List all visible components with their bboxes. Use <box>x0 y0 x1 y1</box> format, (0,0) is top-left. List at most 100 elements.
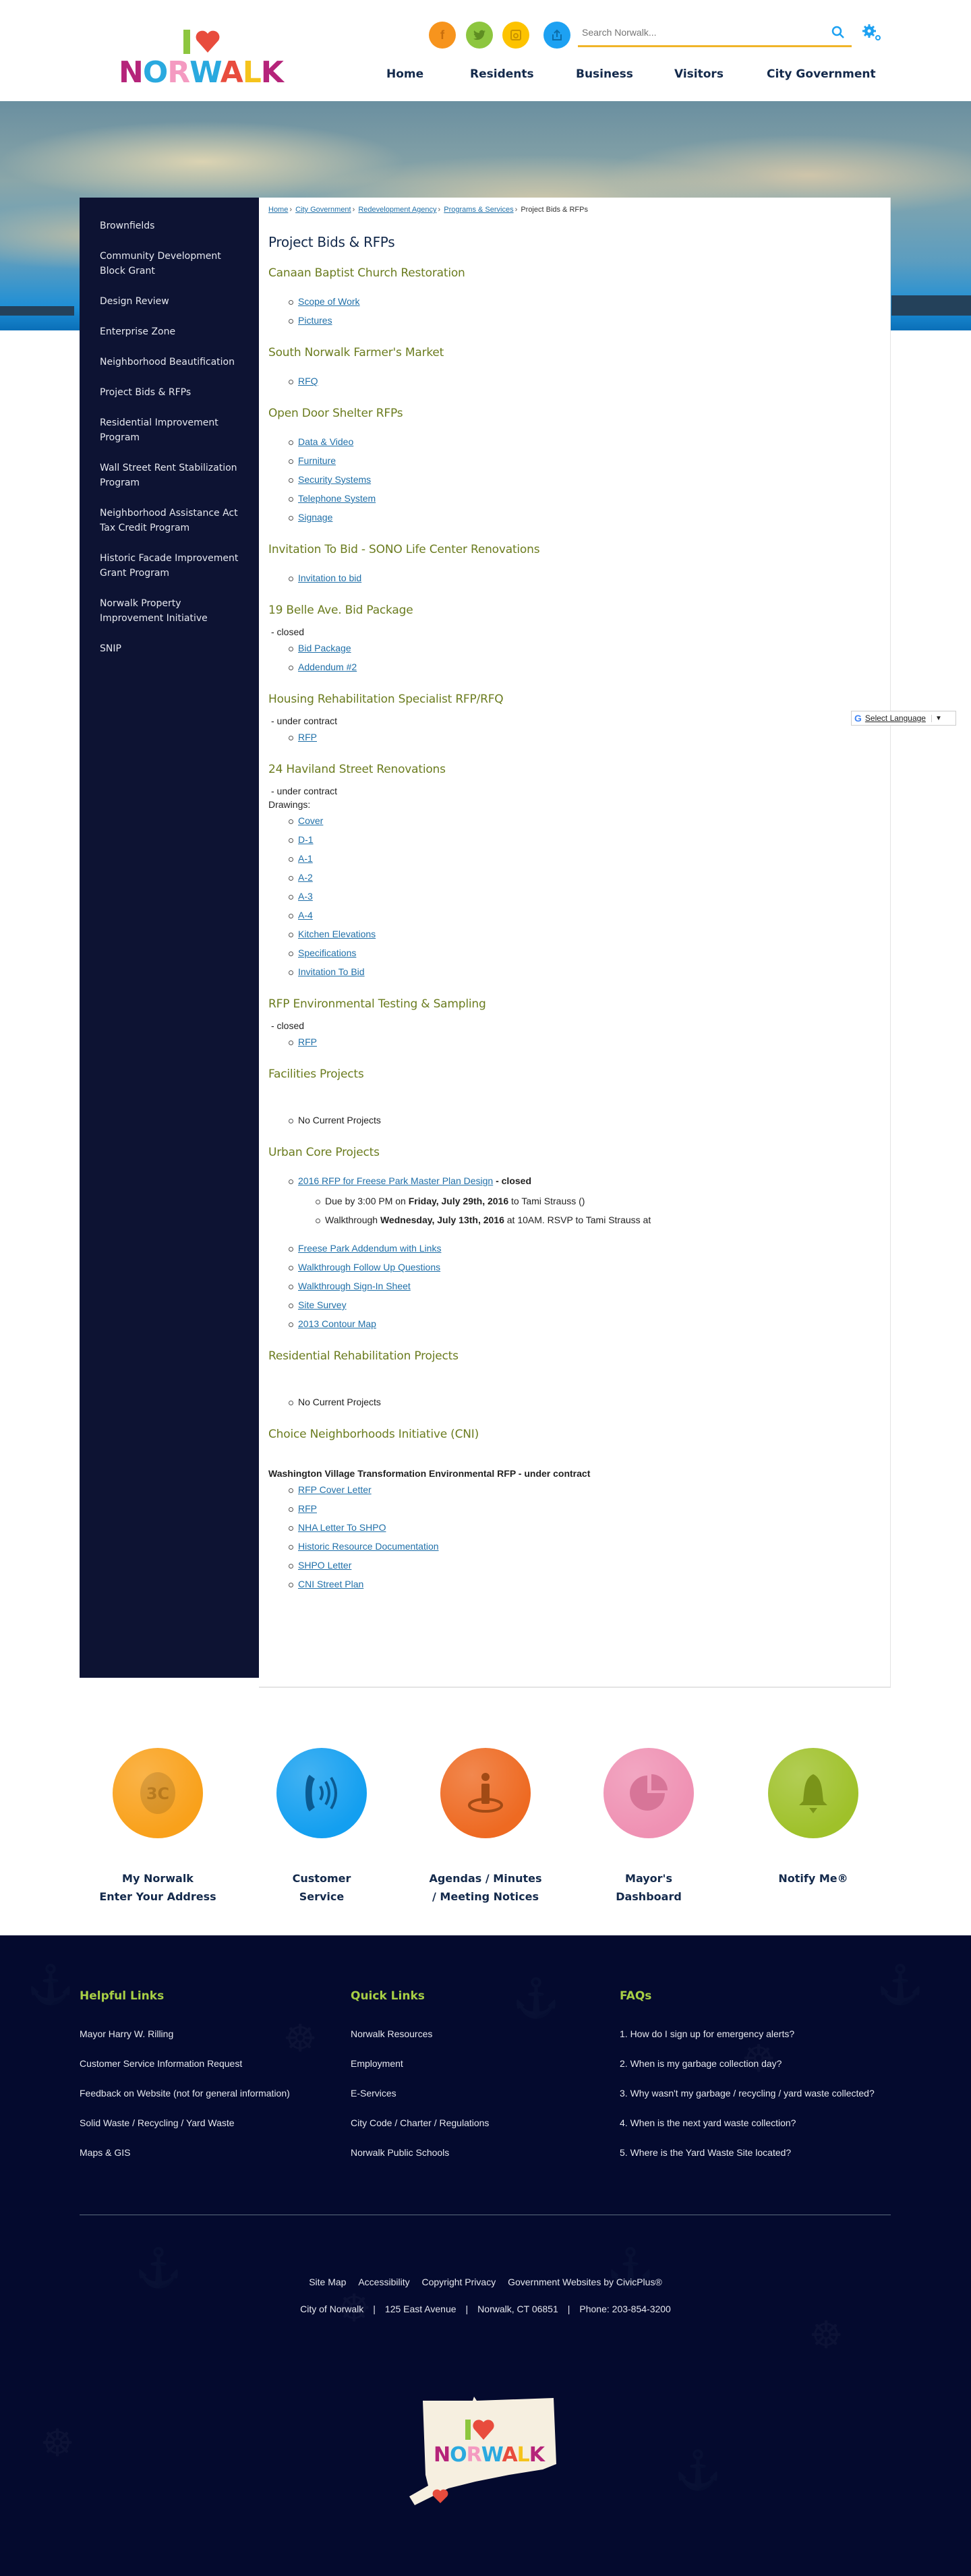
faq-link[interactable]: 1. How do I sign up for emergency alerts… <box>620 2019 875 2049</box>
faq-link[interactable]: 3. Why wasn't my garbage / recycling / y… <box>620 2078 875 2108</box>
sidebar-item-brownfields[interactable]: Brownfields <box>80 214 259 244</box>
doc-link[interactable]: Addendum #2 <box>298 662 357 672</box>
doc-link[interactable]: Scope of Work <box>298 296 360 307</box>
civicplus-link[interactable]: Government Websites by CivicPlus® <box>508 2277 662 2287</box>
sidebar-item-cdbg[interactable]: Community Development Block Grant <box>80 244 259 289</box>
link-list: Bid Package Addendum #2 <box>289 639 881 676</box>
doc-link[interactable]: Cover <box>298 815 323 826</box>
sidebar-item-wall-street-rent[interactable]: Wall Street Rent Stabilization Program <box>80 456 259 501</box>
doc-link[interactable]: Bid Package <box>298 643 351 653</box>
breadcrumb-redevelopment-agency[interactable]: Redevelopment Agency <box>358 206 436 214</box>
search-input[interactable] <box>578 20 821 45</box>
doc-link[interactable]: A-1 <box>298 853 313 864</box>
doc-link[interactable]: A-4 <box>298 910 313 920</box>
doc-link[interactable]: Telephone System <box>298 493 376 504</box>
doc-link[interactable]: Walkthrough Follow Up Questions <box>298 1262 440 1272</box>
faq-link[interactable]: 5. Where is the Yard Waste Site located? <box>620 2138 875 2167</box>
list-item: Walkthrough Sign-In Sheet <box>289 1277 881 1295</box>
sidebar-item-snip[interactable]: SNIP <box>80 637 259 667</box>
quick-link-my-norwalk[interactable]: 3C My Norwalk Enter Your Address <box>90 1748 225 1906</box>
faq-link[interactable]: 2. When is my garbage collection day? <box>620 2049 875 2078</box>
sidebar-item-neighborhood-beautification[interactable]: Neighborhood Beautification <box>80 350 259 380</box>
sidebar-item-residential-improvement[interactable]: Residential Improvement Program <box>80 411 259 456</box>
link-list: RFP <box>289 1032 881 1051</box>
site-map-link[interactable]: Site Map <box>309 2277 346 2287</box>
nav-home[interactable]: Home <box>386 67 423 81</box>
sidebar-item-historic-facade[interactable]: Historic Facade Improvement Grant Progra… <box>80 546 259 591</box>
facebook-icon[interactable]: f <box>429 22 456 49</box>
footer-link[interactable]: Maps & GIS <box>80 2138 290 2167</box>
share-icon[interactable] <box>543 22 570 49</box>
footer-link[interactable]: Feedback on Website (not for general inf… <box>80 2078 290 2108</box>
doc-link[interactable]: Walkthrough Sign-In Sheet <box>298 1281 411 1291</box>
doc-link[interactable]: RFP Cover Letter <box>298 1484 372 1495</box>
doc-link[interactable]: Historic Resource Documentation <box>298 1541 439 1552</box>
doc-link[interactable]: Invitation To Bid <box>298 966 365 977</box>
accessibility-link[interactable]: Accessibility <box>358 2277 409 2287</box>
list-item: A-2 <box>289 868 881 887</box>
quick-link-customer-service[interactable]: Customer Service <box>254 1748 389 1906</box>
breadcrumb-programs-services[interactable]: Programs & Services <box>444 206 513 214</box>
quick-link-notify-me[interactable]: Notify Me® <box>746 1748 881 1887</box>
doc-link[interactable]: A-2 <box>298 872 313 883</box>
footer-link[interactable]: E-Services <box>351 2078 489 2108</box>
footer-link[interactable]: Employment <box>351 2049 489 2078</box>
doc-link[interactable]: SHPO Letter <box>298 1560 351 1571</box>
doc-link[interactable]: Specifications <box>298 947 356 958</box>
twitter-icon[interactable] <box>466 22 493 49</box>
quick-link-line: Mayor's <box>625 1872 672 1885</box>
footer-link[interactable]: Norwalk Public Schools <box>351 2138 489 2167</box>
doc-link[interactable]: CNI Street Plan <box>298 1579 363 1589</box>
doc-link[interactable]: NHA Letter To SHPO <box>298 1522 386 1533</box>
doc-link[interactable]: Freese Park Addendum with Links <box>298 1243 441 1254</box>
due-date: Friday, July 29th, 2016 <box>408 1196 509 1206</box>
nav-business[interactable]: Business <box>576 67 633 81</box>
faq-link[interactable]: 4. When is the next yard waste collectio… <box>620 2108 875 2138</box>
copyright-privacy-link[interactable]: Copyright Privacy <box>421 2277 496 2287</box>
doc-link[interactable]: RFP <box>298 1503 317 1514</box>
nav-residents[interactable]: Residents <box>470 67 534 81</box>
breadcrumb-city-government[interactable]: City Government <box>295 206 351 214</box>
select-language-dropdown[interactable]: G Select Language ▼ <box>851 711 956 726</box>
doc-link[interactable]: RFP <box>298 1036 317 1047</box>
footer-link[interactable]: Solid Waste / Recycling / Yard Waste <box>80 2108 290 2138</box>
footer-link[interactable]: City Code / Charter / Regulations <box>351 2108 489 2138</box>
section-heading: 24 Haviland Street Renovations <box>268 763 446 776</box>
doc-link[interactable]: RFP <box>298 732 317 742</box>
footer-link[interactable]: Mayor Harry W. Rilling <box>80 2019 290 2049</box>
quick-link-mayors-dashboard[interactable]: Mayor's Dashboard <box>581 1748 716 1906</box>
doc-link[interactable]: A-3 <box>298 891 313 902</box>
section-heading: Urban Core Projects <box>268 1146 380 1159</box>
connecticut-norwalk-logo[interactable]: NORWALK <box>408 2380 570 2515</box>
nav-city-government[interactable]: City Government <box>767 67 876 81</box>
search-icon[interactable] <box>831 26 845 39</box>
instagram-icon[interactable] <box>502 22 529 49</box>
gear-icon[interactable] <box>862 23 882 42</box>
sidebar-item-enterprise-zone[interactable]: Enterprise Zone <box>80 320 259 350</box>
norwalk-logo[interactable]: NORWALK <box>116 27 286 90</box>
quick-link-agendas-minutes[interactable]: Agendas / Minutes / Meeting Notices <box>418 1748 553 1906</box>
section-heading: Residential Rehabilitation Projects <box>268 1349 459 1363</box>
doc-link[interactable]: Site Survey <box>298 1299 347 1310</box>
sidebar-item-design-review[interactable]: Design Review <box>80 289 259 320</box>
doc-link[interactable]: RFQ <box>298 376 318 386</box>
doc-link[interactable]: Furniture <box>298 455 336 466</box>
nav-visitors[interactable]: Visitors <box>674 67 724 81</box>
doc-link[interactable]: 2016 RFP for Freese Park Master Plan Des… <box>298 1175 493 1186</box>
footer-link[interactable]: Customer Service Information Request <box>80 2049 290 2078</box>
doc-link[interactable]: Kitchen Elevations <box>298 929 376 939</box>
footer-link[interactable]: Norwalk Resources <box>351 2019 489 2049</box>
doc-link[interactable]: Signage <box>298 512 332 523</box>
doc-link[interactable]: Security Systems <box>298 474 371 485</box>
list-item: Cover <box>289 811 881 830</box>
doc-link[interactable]: Pictures <box>298 315 332 326</box>
doc-link[interactable]: 2013 Contour Map <box>298 1318 376 1329</box>
doc-link[interactable]: D-1 <box>298 834 314 845</box>
sidebar-item-property-improvement[interactable]: Norwalk Property Improvement Initiative <box>80 591 259 637</box>
logo-letter: L <box>242 55 262 90</box>
doc-link[interactable]: Data & Video <box>298 436 353 447</box>
breadcrumb-home[interactable]: Home <box>268 206 288 214</box>
doc-link[interactable]: Invitation to bid <box>298 573 361 583</box>
sidebar-item-naa-tax-credit[interactable]: Neighborhood Assistance Act Tax Credit P… <box>80 501 259 546</box>
sidebar-item-project-bids[interactable]: Project Bids & RFPs <box>80 380 259 411</box>
